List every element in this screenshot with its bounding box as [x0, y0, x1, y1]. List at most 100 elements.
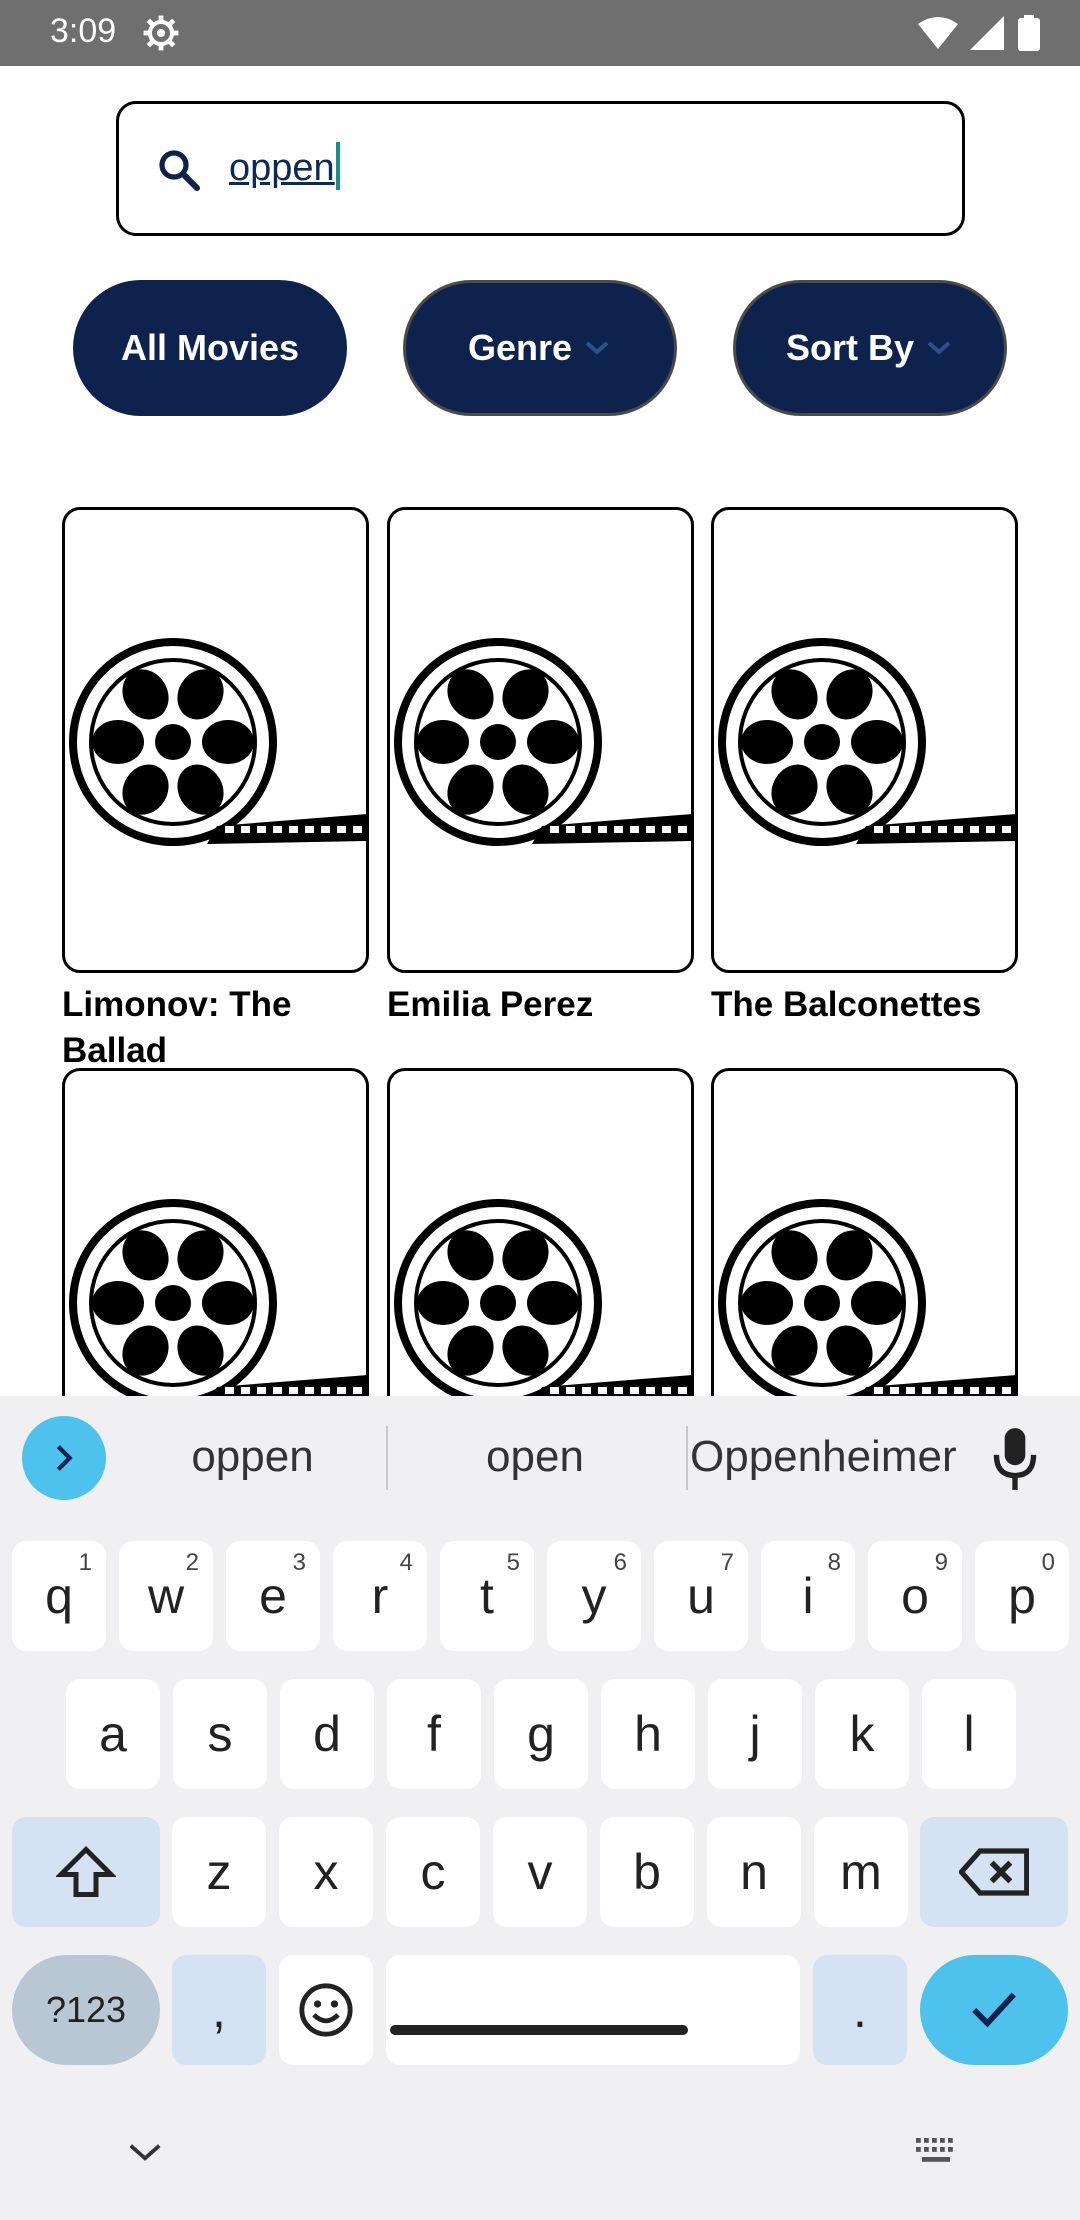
- genre-dropdown[interactable]: Genre: [403, 280, 677, 416]
- all-movies-button[interactable]: All Movies: [73, 280, 347, 416]
- key-e[interactable]: e3: [226, 1541, 320, 1651]
- key-p[interactable]: p0: [975, 1541, 1069, 1651]
- backspace-key[interactable]: [920, 1817, 1068, 1927]
- key-w[interactable]: w2: [119, 1541, 213, 1651]
- emoji-icon: [299, 1983, 353, 2037]
- key-x[interactable]: x: [279, 1817, 373, 1927]
- suggestion-2[interactable]: open: [400, 1432, 670, 1482]
- sort-by-dropdown[interactable]: Sort By: [733, 280, 1007, 416]
- key-label: t: [480, 1568, 494, 1624]
- key-label: u: [687, 1568, 715, 1624]
- film-reel-icon: [69, 638, 366, 846]
- signal-icon: [970, 16, 1004, 50]
- movie-card[interactable]: [62, 507, 369, 973]
- key-m[interactable]: m: [814, 1817, 908, 1927]
- film-reel-icon: [718, 638, 1015, 846]
- key-q[interactable]: q1: [12, 1541, 106, 1651]
- genre-label: Genre: [467, 327, 573, 368]
- film-reel-icon: [718, 1199, 1015, 1407]
- space-key[interactable]: [386, 1955, 800, 2065]
- symbols-key[interactable]: ?123: [12, 1955, 160, 2065]
- key-r[interactable]: r4: [333, 1541, 427, 1651]
- key-hint: 2: [185, 1549, 199, 1576]
- settings-gear-icon: [143, 15, 179, 51]
- chevron-right-icon: [56, 1445, 73, 1471]
- on-screen-keyboard: oppen open Oppenheimer q1w2e3r4t5y6u7i8o…: [0, 1396, 1080, 2220]
- suggestion-3[interactable]: Oppenheimer: [690, 1432, 957, 1482]
- key-b[interactable]: b: [600, 1817, 694, 1927]
- movie-title: The Balconettes: [711, 985, 982, 1024]
- film-reel-icon: [69, 1199, 366, 1407]
- status-icons: [918, 14, 1040, 52]
- navigation-handle[interactable]: [390, 2025, 688, 2035]
- key-hint: 1: [78, 1549, 92, 1576]
- key-hint: 9: [934, 1549, 948, 1576]
- search-text: oppen: [229, 142, 340, 190]
- key-hint: 5: [506, 1549, 520, 1576]
- key-z[interactable]: z: [172, 1817, 266, 1927]
- wifi-icon: [918, 17, 958, 49]
- key-g[interactable]: g: [494, 1679, 588, 1789]
- sort-by-label: Sort By: [785, 327, 915, 368]
- hide-keyboard-chevron-icon[interactable]: [126, 2140, 164, 2164]
- key-s[interactable]: s: [173, 1679, 267, 1789]
- key-a[interactable]: a: [66, 1679, 160, 1789]
- key-t[interactable]: t5: [440, 1541, 534, 1651]
- key-label: y: [581, 1568, 607, 1624]
- key-hint: 8: [827, 1549, 841, 1576]
- chevron-down-icon: [585, 341, 609, 355]
- movie-card[interactable]: [711, 507, 1018, 973]
- shift-key[interactable]: [12, 1817, 160, 1927]
- status-time: 3:09: [50, 12, 117, 50]
- key-k[interactable]: k: [815, 1679, 909, 1789]
- key-label: i: [802, 1568, 814, 1624]
- key-hint: 3: [292, 1549, 306, 1576]
- key-j[interactable]: j: [708, 1679, 802, 1789]
- key-label: e: [259, 1568, 287, 1624]
- movie-title: Limonov: The Ballad: [62, 985, 292, 1070]
- key-h[interactable]: h: [601, 1679, 695, 1789]
- chevron-down-icon: [927, 341, 951, 355]
- key-y[interactable]: y6: [547, 1541, 641, 1651]
- key-hint: 0: [1041, 1549, 1055, 1576]
- comma-key[interactable]: ,: [172, 1955, 266, 2065]
- key-label: p: [1008, 1568, 1036, 1624]
- key-n[interactable]: n: [707, 1817, 801, 1927]
- key-label: r: [371, 1568, 389, 1624]
- movie-title: Emilia Perez: [387, 985, 594, 1024]
- search-input[interactable]: oppen: [116, 101, 965, 236]
- period-key[interactable]: .: [813, 1955, 907, 2065]
- search-icon: [159, 150, 200, 191]
- all-movies-label: All Movies: [120, 327, 300, 368]
- text-caret: [335, 142, 340, 190]
- suggestion-divider: [686, 1426, 688, 1490]
- emoji-key[interactable]: [279, 1955, 373, 2065]
- screen: 3:09 oppen All Movies Genre Sort By Limo…: [0, 0, 1080, 2220]
- key-hint: 4: [399, 1549, 413, 1576]
- key-v[interactable]: v: [493, 1817, 587, 1927]
- key-l[interactable]: l: [922, 1679, 1016, 1789]
- microphone-icon[interactable]: [990, 1426, 1040, 1492]
- key-d[interactable]: d: [280, 1679, 374, 1789]
- enter-key[interactable]: [920, 1955, 1068, 2065]
- film-reel-icon: [394, 1199, 691, 1407]
- key-label: w: [147, 1568, 185, 1624]
- key-hint: 7: [720, 1549, 734, 1576]
- suggestions-expand-button[interactable]: [22, 1416, 106, 1500]
- key-c[interactable]: c: [386, 1817, 480, 1927]
- suggestion-1[interactable]: oppen: [130, 1432, 375, 1482]
- battery-icon: [1018, 15, 1040, 51]
- film-reel-icon: [394, 638, 691, 846]
- keyboard-switch-icon[interactable]: [914, 2136, 958, 2166]
- key-label: o: [901, 1568, 929, 1624]
- shift-icon: [56, 1845, 116, 1897]
- key-label: q: [45, 1568, 73, 1624]
- key-i[interactable]: i8: [761, 1541, 855, 1651]
- key-hint: 6: [613, 1549, 627, 1576]
- checkmark-icon: [972, 1992, 1016, 2028]
- movie-card[interactable]: [387, 507, 694, 973]
- key-o[interactable]: o9: [868, 1541, 962, 1651]
- key-u[interactable]: u7: [654, 1541, 748, 1651]
- suggestion-divider: [386, 1426, 388, 1490]
- key-f[interactable]: f: [387, 1679, 481, 1789]
